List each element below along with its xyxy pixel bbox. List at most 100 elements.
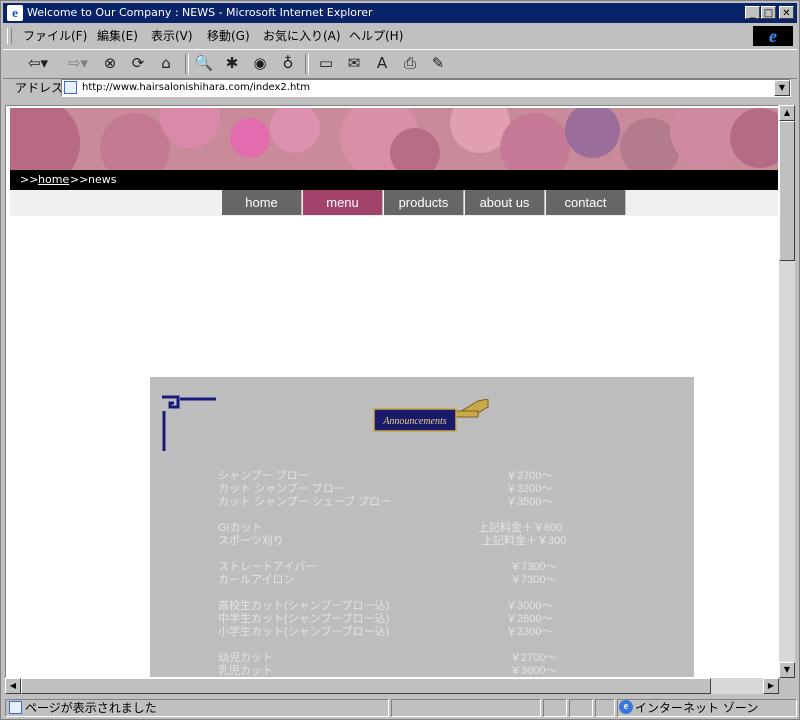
price-item: カット シャンプー ブロー [218, 483, 345, 495]
price-row: カールアイロン ￥7300～ [218, 574, 618, 586]
price-value: ￥2300～ [506, 626, 553, 638]
price-item: 中学生カット(シャンプーブロー込) [218, 613, 390, 625]
breadcrumb-prefix: >> [20, 173, 39, 186]
fullscreen-icon[interactable]: ▭ [315, 52, 337, 74]
close-button[interactable]: ✕ [779, 6, 794, 19]
price-value: ￥7300～ [510, 561, 557, 573]
minimize-button[interactable]: _ [745, 6, 760, 19]
nav-products[interactable]: products [384, 190, 464, 215]
scroll-left-icon[interactable]: ◀ [5, 678, 21, 694]
media-icon[interactable]: ◉ [249, 52, 271, 74]
price-item: スポーツ刈り [218, 535, 284, 547]
menu-file[interactable]: ファイル(F) [23, 29, 87, 43]
price-item: 乳児カット [218, 665, 273, 677]
breadcrumb-current: news [88, 173, 117, 186]
mail-icon[interactable]: ✉ [343, 52, 365, 74]
font-size-icon[interactable]: A [371, 52, 393, 74]
ie-logo-icon: e [753, 26, 793, 46]
horizontal-scrollbar[interactable]: ◀ ▶ [5, 678, 779, 694]
price-row: 幼児カット ￥2700～ [218, 652, 618, 664]
breadcrumb-separator: >> [70, 173, 89, 186]
scroll-up-icon[interactable]: ▲ [779, 105, 795, 121]
price-row: GIカット 上記料金＋￥600 [218, 522, 618, 534]
scroll-right-icon[interactable]: ▶ [763, 678, 779, 694]
menu-favorites[interactable]: お気に入り(A) [263, 29, 341, 43]
address-field[interactable]: http://www.hairsalonishihara.com/index2.… [61, 79, 791, 97]
vertical-scroll-thumb[interactable] [779, 121, 795, 261]
menu-go[interactable]: 移動(G) [207, 29, 250, 43]
maximize-button[interactable]: □ [761, 6, 776, 19]
menu-edit[interactable]: 編集(E) [97, 29, 138, 43]
price-value: ￥3500～ [506, 496, 553, 508]
header-banner [10, 108, 778, 170]
price-value: 上記料金＋￥600 [478, 522, 563, 534]
address-bar: アドレス http://www.hairsalonishihara.com/in… [3, 78, 797, 100]
price-row: ストレートアイパー ￥7300～ [218, 561, 618, 573]
nav-home[interactable]: home [222, 190, 302, 215]
back-icon[interactable]: ⇦▾ [21, 52, 55, 74]
menu-grip [7, 28, 12, 44]
nav-menu[interactable]: menu [303, 190, 383, 215]
stop-icon[interactable]: ⊗ [99, 52, 121, 74]
toolbar-separator [305, 54, 309, 74]
price-row: シャンプー ブロー ￥2700～ [218, 470, 618, 482]
price-value: 上記料金＋￥300 [482, 535, 567, 547]
page-viewport: >> home >> news home menu products about… [5, 105, 779, 678]
title-bar: e Welcome to Our Company : NEWS - Micros… [3, 3, 797, 23]
internet-zone-icon: e [619, 700, 633, 714]
price-row: 高校生カット(シャンプーブロー込) ￥3000～ [218, 600, 618, 612]
price-value: ￥3000～ [506, 600, 553, 612]
price-item: ストレートアイパー [218, 561, 317, 573]
scroll-down-icon[interactable]: ▼ [779, 662, 795, 678]
favorites-icon[interactable]: ✱ [221, 52, 243, 74]
menu-help[interactable]: ヘルプ(H) [349, 29, 403, 43]
price-list-panel: Announcements シャンプー ブロー ￥2700～ カット シャンプー… [150, 377, 694, 677]
status-pane [595, 699, 615, 717]
price-item: シャンプー ブロー [218, 470, 309, 482]
price-item: カールアイロン [218, 574, 295, 586]
nav-about-us[interactable]: about us [465, 190, 545, 215]
status-pane [391, 699, 541, 717]
price-row: 中学生カット(シャンプーブロー込) ￥2800～ [218, 613, 618, 625]
print-icon[interactable]: ⎙ [399, 52, 421, 74]
page-icon [64, 81, 77, 94]
breadcrumb-home-link[interactable]: home [38, 173, 69, 187]
search-icon[interactable]: 🔍 [193, 52, 215, 74]
nav-contact[interactable]: contact [546, 190, 626, 215]
price-value: ￥3200～ [506, 483, 553, 495]
forward-icon[interactable]: ⇨▾ [61, 52, 95, 74]
announcements-badge-icon: Announcements [373, 399, 489, 432]
toolbar-separator [185, 54, 189, 74]
home-icon[interactable]: ⌂ [155, 52, 177, 74]
price-row: スポーツ刈り 上記料金＋￥300 [218, 535, 618, 547]
address-label: アドレス [15, 81, 64, 95]
menu-view[interactable]: 表示(V) [151, 29, 193, 43]
address-dropdown-icon[interactable]: ▼ [774, 80, 790, 96]
status-text: ページが表示されました [25, 701, 157, 715]
horizontal-scroll-thumb[interactable] [21, 678, 711, 694]
main-nav: home menu products about us contact [10, 190, 778, 216]
toolbar: ⇦▾ ⇨▾ ⊗ ⟳ ⌂ 🔍 ✱ ◉ ♁ ▭ ✉ A ⎙ ✎ [3, 49, 797, 79]
refresh-icon[interactable]: ⟳ [127, 52, 149, 74]
address-url[interactable]: http://www.hairsalonishihara.com/index2.… [82, 82, 310, 94]
browser-window: e Welcome to Our Company : NEWS - Micros… [0, 0, 800, 720]
page-done-icon [9, 701, 22, 714]
price-item: 小学生カット(シャンプーブロー込) [218, 626, 390, 638]
price-item: 高校生カット(シャンプーブロー込) [218, 600, 390, 612]
window-title: Welcome to Our Company : NEWS - Microsof… [27, 6, 373, 19]
price-item: 幼児カット [218, 652, 273, 664]
status-pane [543, 699, 567, 717]
history-icon[interactable]: ♁ [277, 52, 299, 74]
price-row: カット シャンプー ブロー ￥3200～ [218, 483, 618, 495]
price-item: GIカット [218, 522, 263, 534]
edit-icon[interactable]: ✎ [427, 52, 449, 74]
vertical-scrollbar[interactable]: ▲ ▼ [779, 105, 795, 678]
price-value: ￥2700～ [506, 470, 553, 482]
ie-page-icon: e [7, 5, 23, 21]
price-value: ￥3000～ [510, 665, 557, 677]
announcements-label: Announcements [382, 416, 446, 427]
zone-text: インターネット ゾーン [635, 701, 759, 715]
menu-bar: ファイル(F) 編集(E) 表示(V) 移動(G) お気に入り(A) ヘルプ(H… [3, 25, 797, 47]
price-value: ￥7300～ [510, 574, 557, 586]
price-row: カット シャンプー シェーブ ブロー ￥3500～ [218, 496, 618, 508]
